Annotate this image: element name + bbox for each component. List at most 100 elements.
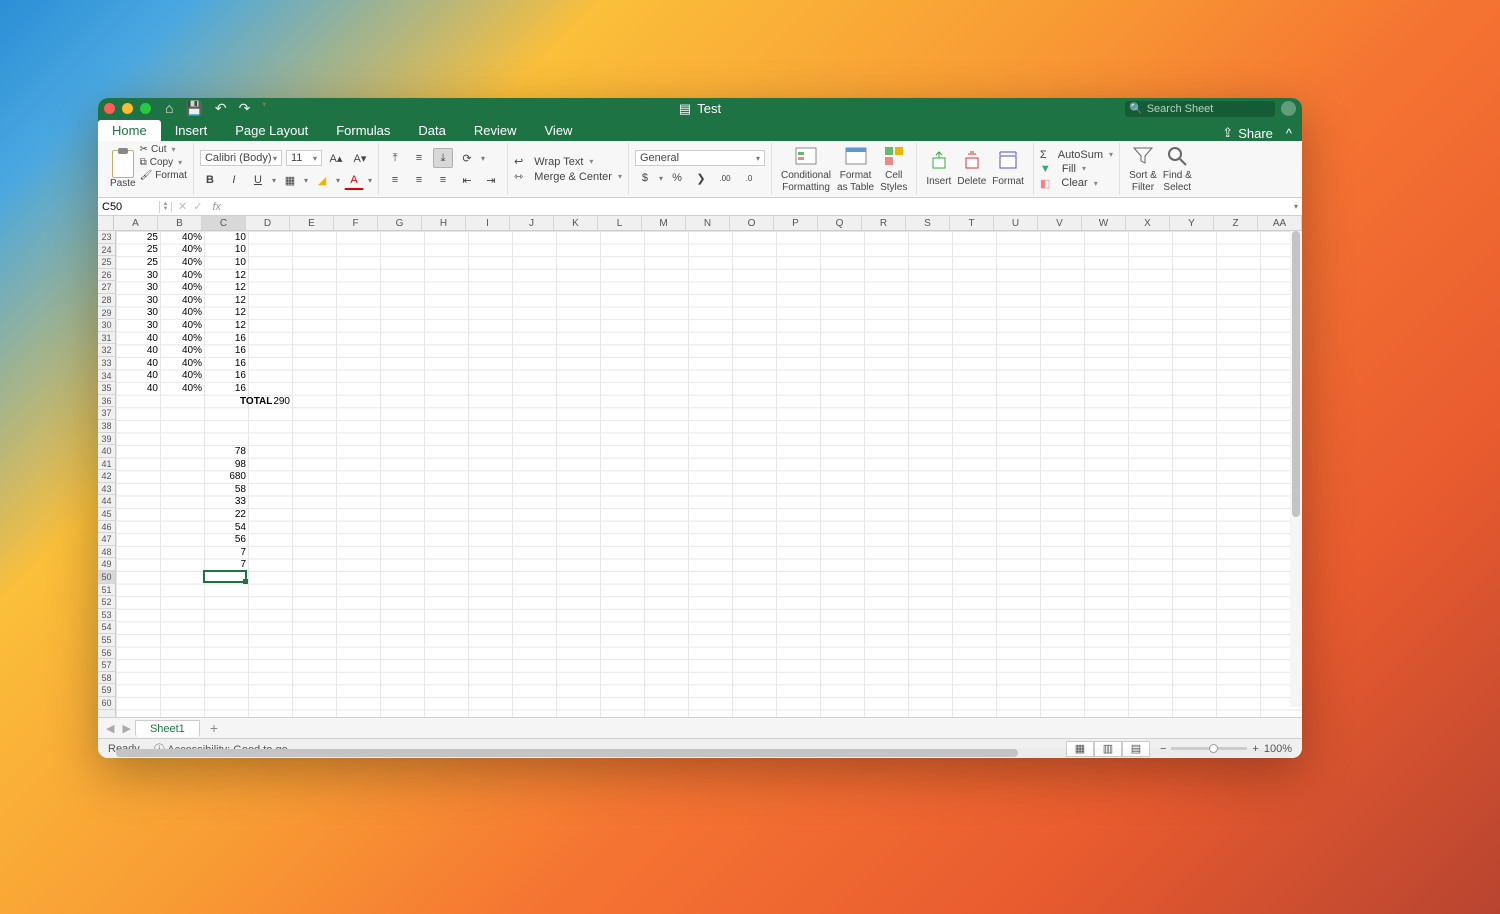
row-header-46[interactable]: 46	[98, 521, 115, 534]
home-icon[interactable]: ⌂	[165, 100, 173, 117]
cell-B24[interactable]: 40%	[160, 244, 204, 257]
find-select-button[interactable]: Find & Select	[1160, 143, 1195, 195]
col-header-E[interactable]: E	[290, 216, 334, 230]
col-header-R[interactable]: R	[862, 216, 906, 230]
cell-C35[interactable]: 16	[204, 382, 248, 395]
row-header-55[interactable]: 55	[98, 634, 115, 647]
tab-formulas[interactable]: Formulas	[322, 120, 404, 141]
cell-A30[interactable]: 30	[116, 319, 160, 332]
col-header-H[interactable]: H	[422, 216, 466, 230]
col-header-W[interactable]: W	[1082, 216, 1126, 230]
tab-view[interactable]: View	[531, 120, 587, 141]
row-header-35[interactable]: 35	[98, 382, 115, 395]
row-header-59[interactable]: 59	[98, 684, 115, 697]
tab-home[interactable]: Home	[98, 120, 161, 141]
cell-A29[interactable]: 30	[116, 307, 160, 320]
row-header-42[interactable]: 42	[98, 470, 115, 483]
cell-A26[interactable]: 30	[116, 269, 160, 282]
cell-B25[interactable]: 40%	[160, 256, 204, 269]
row-header-34[interactable]: 34	[98, 370, 115, 383]
row-header-49[interactable]: 49	[98, 558, 115, 571]
increase-font-icon[interactable]: A▴	[326, 148, 346, 168]
delete-cells-button[interactable]: Delete	[954, 143, 989, 195]
row-header-41[interactable]: 41	[98, 458, 115, 471]
row-header-45[interactable]: 45	[98, 508, 115, 521]
font-selector[interactable]: Calibri (Body)▾	[200, 150, 282, 166]
col-header-T[interactable]: T	[950, 216, 994, 230]
cell-C31[interactable]: 16	[204, 332, 248, 345]
vertical-scrollbar[interactable]	[1290, 231, 1302, 707]
col-header-X[interactable]: X	[1126, 216, 1170, 230]
expand-formula-icon[interactable]: ▾	[1290, 202, 1302, 211]
cell-A24[interactable]: 25	[116, 244, 160, 257]
cell-C28[interactable]: 12	[204, 294, 248, 307]
row-header-47[interactable]: 47	[98, 533, 115, 546]
row-header-30[interactable]: 30	[98, 319, 115, 332]
cell-A28[interactable]: 30	[116, 294, 160, 307]
save-icon[interactable]: 💾	[185, 100, 202, 117]
search-sheet-box[interactable]: 🔍	[1125, 101, 1275, 117]
merge-center-button[interactable]: ⇿ Merge & Center▾	[514, 170, 622, 183]
increase-decimal-icon[interactable]: .00	[715, 168, 735, 188]
sheet-tab[interactable]: Sheet1	[135, 720, 200, 737]
cell-C26[interactable]: 12	[204, 269, 248, 282]
col-header-M[interactable]: M	[642, 216, 686, 230]
tab-data[interactable]: Data	[404, 120, 459, 141]
autosum-button[interactable]: Σ AutoSum▾	[1040, 149, 1113, 161]
cell-C29[interactable]: 12	[204, 307, 248, 320]
next-sheet-icon[interactable]: ▶	[118, 722, 134, 735]
cell-B23[interactable]: 40%	[160, 231, 204, 244]
share-button[interactable]: ⇪ Share ^	[1212, 125, 1302, 141]
col-header-P[interactable]: P	[774, 216, 818, 230]
cell-B34[interactable]: 40%	[160, 370, 204, 383]
align-center-icon[interactable]: ≡	[409, 170, 429, 190]
row-header-31[interactable]: 31	[98, 332, 115, 345]
row-header-28[interactable]: 28	[98, 294, 115, 307]
cell-B35[interactable]: 40%	[160, 382, 204, 395]
row-header-51[interactable]: 51	[98, 584, 115, 597]
cell-B31[interactable]: 40%	[160, 332, 204, 345]
row-header-50[interactable]: 50	[98, 571, 115, 584]
cell-A31[interactable]: 40	[116, 332, 160, 345]
cell-B27[interactable]: 40%	[160, 281, 204, 294]
col-header-O[interactable]: O	[730, 216, 774, 230]
insert-cells-button[interactable]: Insert	[923, 143, 954, 195]
cell-styles-button[interactable]: Cell Styles	[877, 143, 910, 195]
row-header-58[interactable]: 58	[98, 672, 115, 685]
col-header-Y[interactable]: Y	[1170, 216, 1214, 230]
user-avatar[interactable]	[1281, 101, 1296, 116]
cell-B30[interactable]: 40%	[160, 319, 204, 332]
cell-C46[interactable]: 54	[204, 521, 248, 534]
column-headers[interactable]: ABCDEFGHIJKLMNOPQRSTUVWXYZAA	[114, 216, 1302, 231]
cell-C34[interactable]: 16	[204, 370, 248, 383]
align-right-icon[interactable]: ≡	[433, 170, 453, 190]
font-size-selector[interactable]: 11▾	[286, 150, 322, 166]
row-header-53[interactable]: 53	[98, 609, 115, 622]
row-header-52[interactable]: 52	[98, 596, 115, 609]
name-box[interactable]: C50	[98, 201, 160, 213]
col-header-L[interactable]: L	[598, 216, 642, 230]
tab-review[interactable]: Review	[460, 120, 531, 141]
col-header-U[interactable]: U	[994, 216, 1038, 230]
row-header-29[interactable]: 29	[98, 307, 115, 320]
cell-C32[interactable]: 16	[204, 344, 248, 357]
col-header-Q[interactable]: Q	[818, 216, 862, 230]
cell-C40[interactable]: 78	[204, 445, 248, 458]
number-format-selector[interactable]: General▾	[635, 150, 765, 166]
zoom-slider[interactable]	[1171, 747, 1247, 750]
row-header-56[interactable]: 56	[98, 647, 115, 660]
sort-filter-button[interactable]: Sort & Filter	[1126, 143, 1160, 195]
comma-icon[interactable]: ❯	[691, 168, 711, 188]
row-header-44[interactable]: 44	[98, 495, 115, 508]
font-color-button[interactable]: A	[344, 170, 364, 190]
col-header-C[interactable]: C	[202, 216, 246, 230]
col-header-AA[interactable]: AA	[1258, 216, 1302, 230]
row-header-23[interactable]: 23	[98, 231, 115, 244]
align-bottom-icon[interactable]: ⤓	[433, 148, 453, 168]
currency-icon[interactable]: $	[635, 168, 655, 188]
cell-B32[interactable]: 40%	[160, 344, 204, 357]
col-header-G[interactable]: G	[378, 216, 422, 230]
close-window-button[interactable]	[104, 103, 115, 114]
conditional-formatting-button[interactable]: Conditional Formatting	[778, 143, 834, 195]
orientation-icon[interactable]: ⟳	[457, 148, 477, 168]
